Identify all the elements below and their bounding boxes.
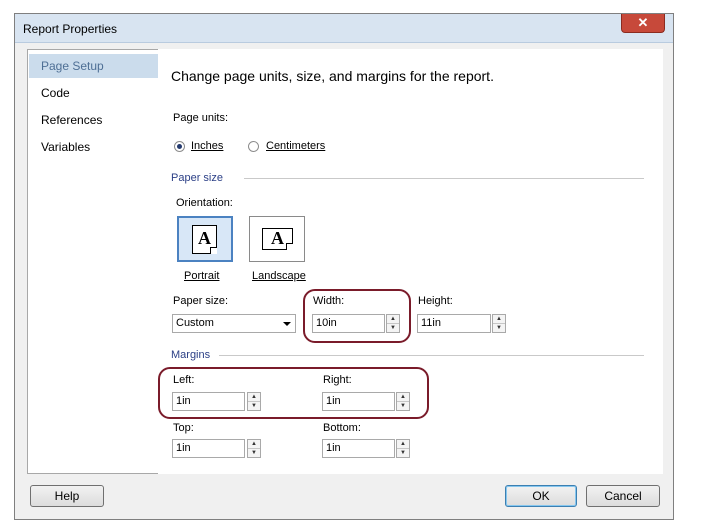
- bottom-input[interactable]: 1in: [322, 439, 395, 458]
- spin-up-icon[interactable]: ▲: [248, 440, 260, 449]
- right-label: Right:: [323, 374, 352, 386]
- spin-up-icon[interactable]: ▲: [397, 440, 409, 449]
- nav-item-references[interactable]: References: [29, 108, 165, 132]
- nav-item-page-setup[interactable]: Page Setup: [29, 54, 165, 78]
- close-icon: ✕: [637, 15, 649, 30]
- help-button[interactable]: Help: [30, 485, 104, 507]
- margins-section-title: Margins: [171, 349, 211, 361]
- spin-down-icon[interactable]: ▼: [397, 449, 409, 457]
- cancel-button[interactable]: Cancel: [586, 485, 660, 507]
- top-label: Top:: [173, 422, 194, 434]
- spin-down-icon[interactable]: ▼: [248, 402, 260, 410]
- centimeters-radio[interactable]: [248, 141, 259, 152]
- report-properties-dialog: Report Properties ✕ Page Setup Code Refe…: [14, 13, 674, 520]
- page-setup-panel: Change page units, size, and margins for…: [158, 49, 663, 474]
- bottom-label: Bottom:: [323, 422, 361, 434]
- top-spinner[interactable]: ▲ ▼: [247, 439, 261, 458]
- landscape-page-icon: A: [262, 228, 293, 250]
- paper-size-section-title: Paper size: [171, 172, 223, 184]
- nav-item-code[interactable]: Code: [29, 81, 165, 105]
- left-label: Left:: [173, 374, 195, 386]
- portrait-button[interactable]: A: [177, 216, 233, 262]
- paper-size-select[interactable]: Custom: [172, 314, 296, 333]
- width-label: Width:: [313, 295, 345, 307]
- landscape-label[interactable]: Landscape: [252, 270, 306, 282]
- spin-down-icon[interactable]: ▼: [248, 449, 260, 457]
- right-input[interactable]: 1in: [322, 392, 395, 411]
- spin-up-icon[interactable]: ▲: [248, 393, 260, 402]
- height-label: Height:: [418, 295, 453, 307]
- title-bar: Report Properties ✕: [15, 14, 673, 43]
- top-input[interactable]: 1in: [172, 439, 245, 458]
- spin-up-icon[interactable]: ▲: [493, 315, 505, 324]
- spin-down-icon[interactable]: ▼: [397, 402, 409, 410]
- spin-up-icon[interactable]: ▲: [397, 393, 409, 402]
- bottom-spinner[interactable]: ▲ ▼: [396, 439, 410, 458]
- portrait-page-icon: A: [192, 225, 217, 254]
- width-spinner[interactable]: ▲ ▼: [386, 314, 400, 333]
- page-description: Change page units, size, and margins for…: [171, 68, 494, 84]
- nav-item-variables[interactable]: Variables: [29, 135, 165, 159]
- page-units-label: Page units:: [173, 112, 229, 124]
- window-title: Report Properties: [23, 22, 118, 36]
- margins-divider: [219, 355, 644, 356]
- left-spinner[interactable]: ▲ ▼: [247, 392, 261, 411]
- close-button[interactable]: ✕: [621, 14, 665, 33]
- spin-down-icon[interactable]: ▼: [387, 324, 399, 332]
- inches-label[interactable]: Inches: [191, 140, 223, 152]
- landscape-button[interactable]: A: [249, 216, 305, 262]
- height-input[interactable]: 11in: [417, 314, 491, 333]
- ok-button[interactable]: OK: [505, 485, 577, 507]
- width-input[interactable]: 10in: [312, 314, 385, 333]
- nav-list: Page Setup Code References Variables: [27, 49, 167, 474]
- orientation-label: Orientation:: [176, 197, 233, 209]
- height-spinner[interactable]: ▲ ▼: [492, 314, 506, 333]
- spin-down-icon[interactable]: ▼: [493, 324, 505, 332]
- spin-up-icon[interactable]: ▲: [387, 315, 399, 324]
- paper-size-divider: [244, 178, 644, 179]
- inches-radio[interactable]: [174, 141, 185, 152]
- portrait-label[interactable]: Portrait: [184, 270, 219, 282]
- centimeters-label[interactable]: Centimeters: [266, 140, 325, 152]
- chevron-down-icon: [283, 322, 291, 326]
- left-input[interactable]: 1in: [172, 392, 245, 411]
- right-spinner[interactable]: ▲ ▼: [396, 392, 410, 411]
- paper-size-label: Paper size:: [173, 295, 229, 307]
